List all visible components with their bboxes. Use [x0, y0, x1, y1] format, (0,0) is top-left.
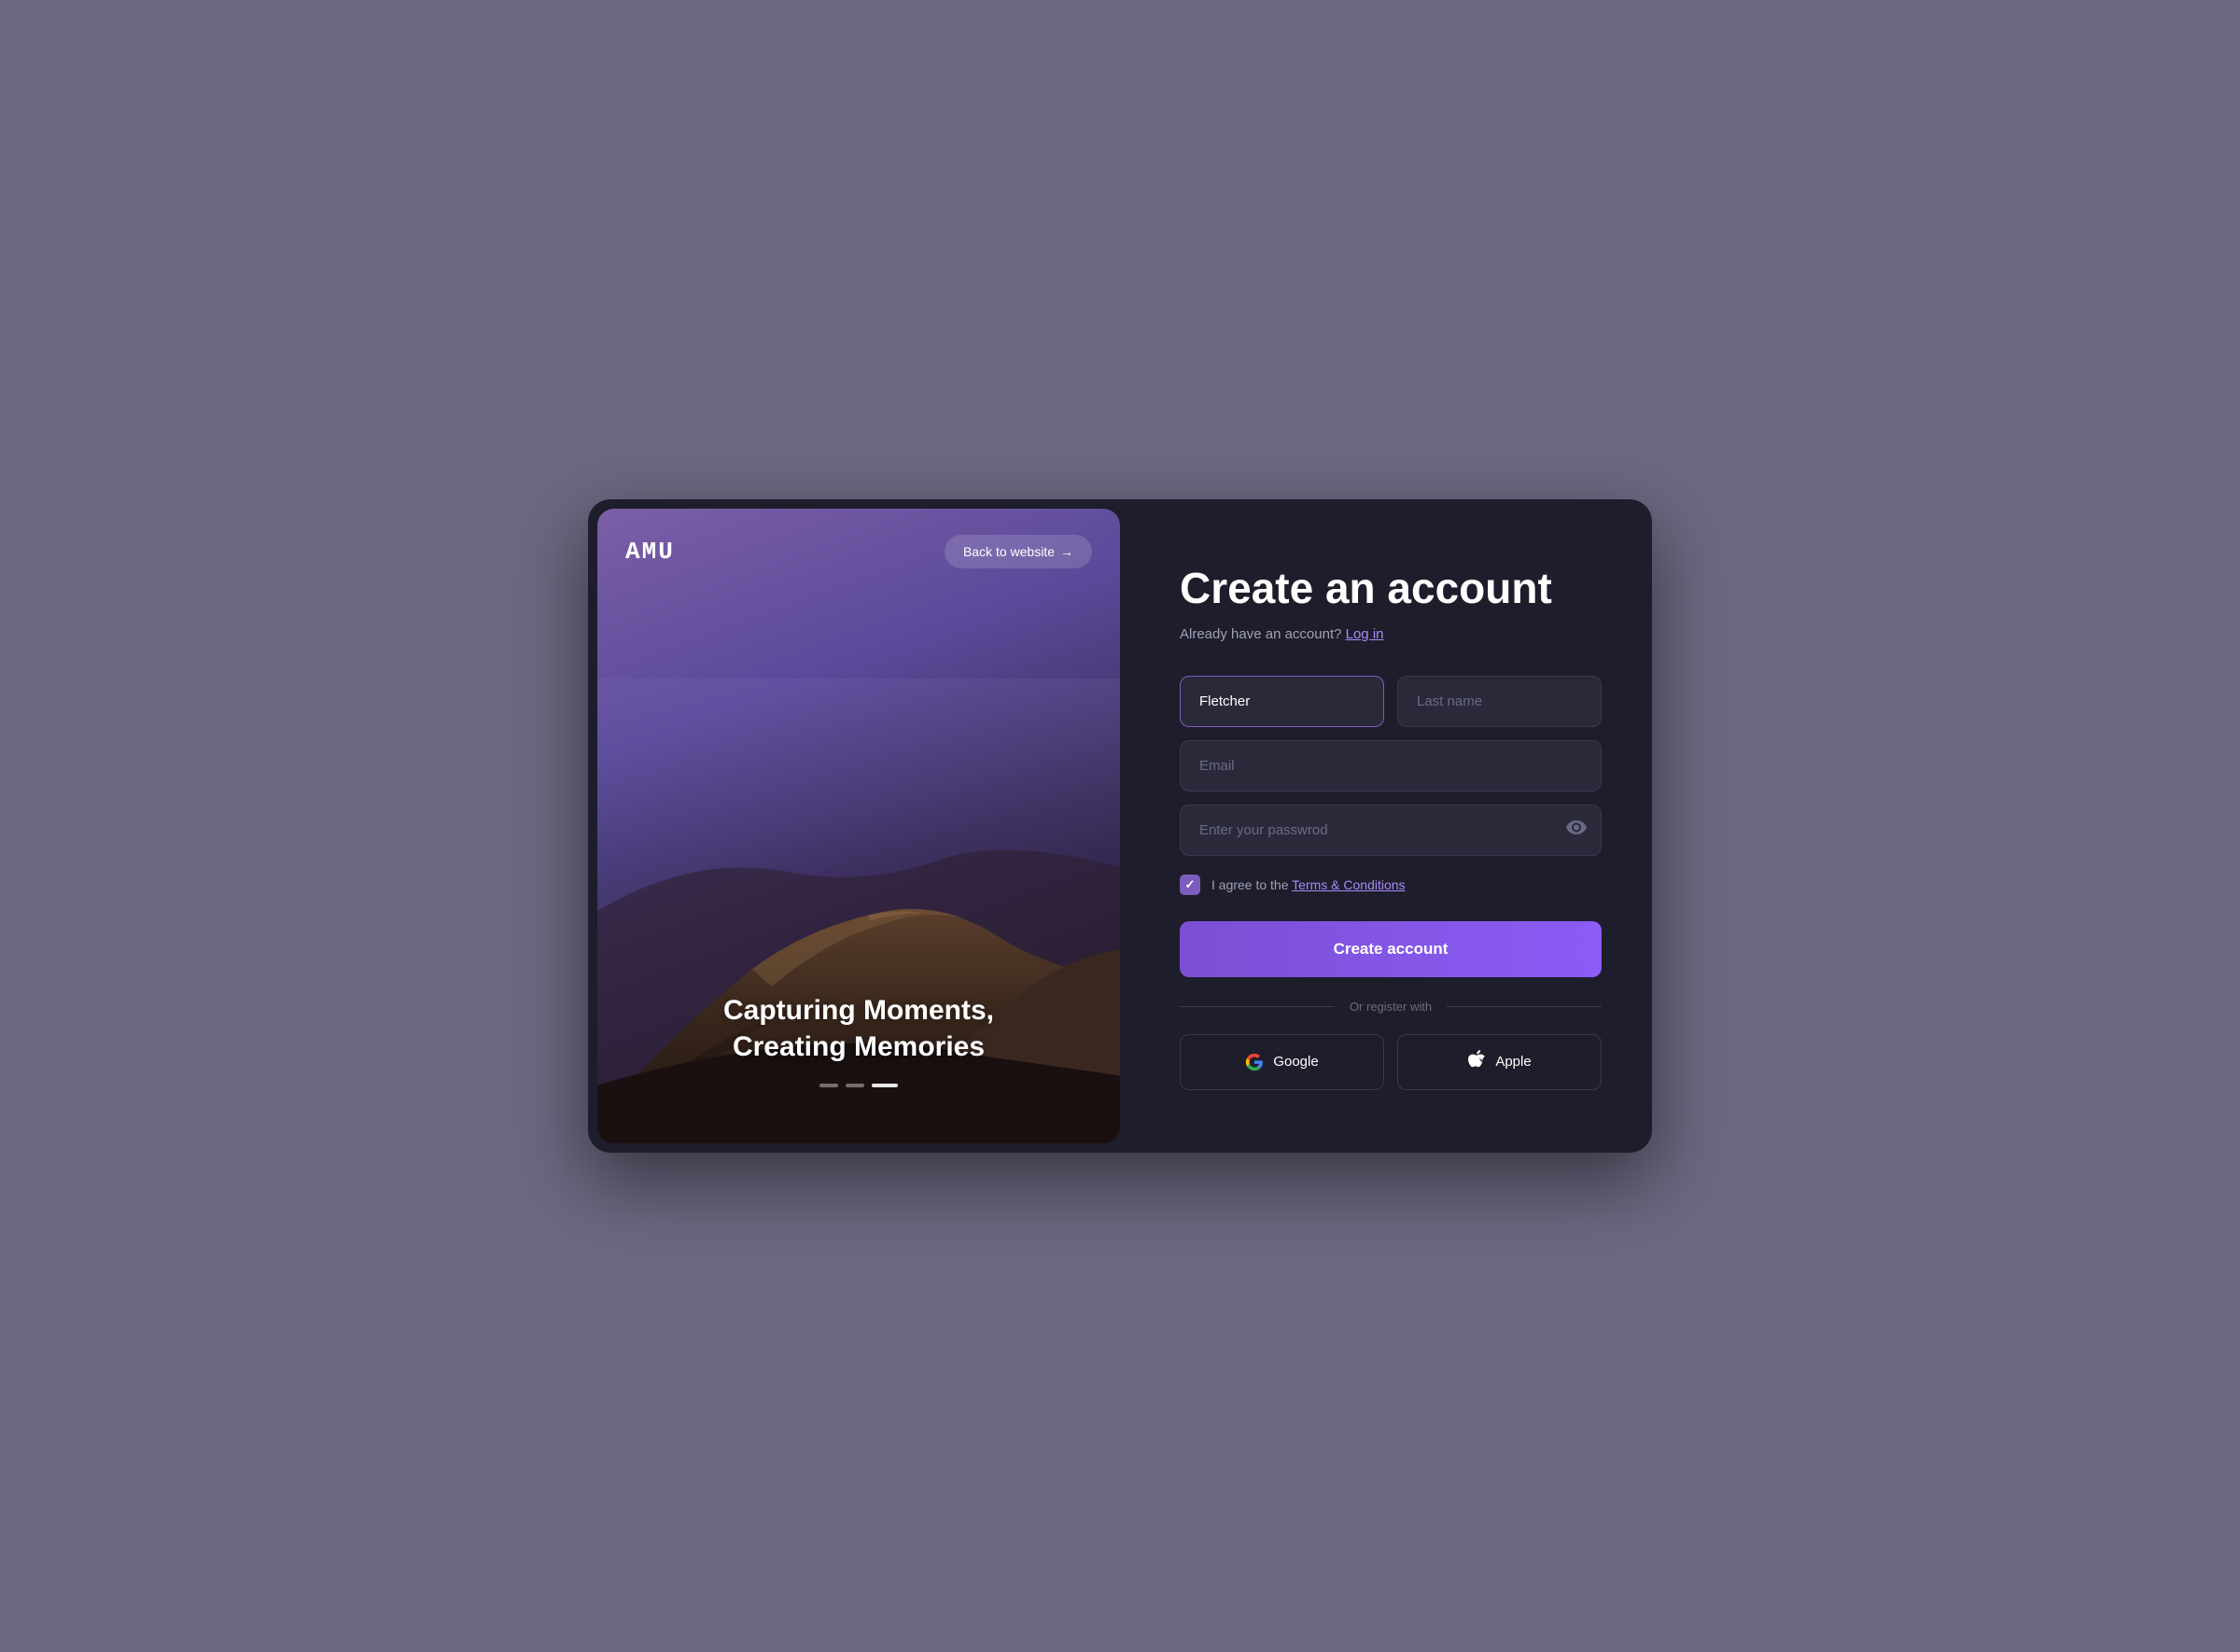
- name-row: [1180, 676, 1602, 727]
- arrow-right-icon: →: [1060, 544, 1073, 559]
- tagline-line1: Capturing Moments,: [723, 995, 994, 1026]
- tagline-line2: Creating Memories: [733, 1031, 985, 1062]
- dot-1[interactable]: [819, 1084, 838, 1087]
- dot-3[interactable]: [872, 1084, 898, 1087]
- terms-prefix-text: I agree to the: [1211, 877, 1289, 892]
- last-name-input[interactable]: [1397, 676, 1602, 727]
- login-link[interactable]: Log in: [1346, 626, 1384, 642]
- apple-label: Apple: [1495, 1054, 1531, 1070]
- create-account-button[interactable]: Create account: [1180, 921, 1602, 977]
- divider-line-left: [1180, 1006, 1335, 1007]
- left-panel-footer: Capturing Moments, Creating Memories: [597, 992, 1120, 1087]
- eye-icon[interactable]: [1566, 820, 1587, 840]
- right-panel: Create an account Already have an accoun…: [1129, 499, 1652, 1153]
- already-account-text: Already have an account?: [1180, 626, 1341, 642]
- google-icon: [1245, 1053, 1264, 1071]
- terms-label: I agree to the Terms & Conditions: [1211, 877, 1406, 892]
- divider-line-right: [1447, 1006, 1602, 1007]
- carousel-dots: [597, 1084, 1120, 1087]
- page-title: Create an account: [1180, 563, 1602, 613]
- left-panel: AMU Back to website → Capturing Moments,…: [597, 509, 1120, 1143]
- google-label: Google: [1273, 1054, 1318, 1070]
- back-to-website-button[interactable]: Back to website →: [945, 535, 1092, 568]
- terms-row: I agree to the Terms & Conditions: [1180, 875, 1602, 895]
- main-card: AMU Back to website → Capturing Moments,…: [588, 499, 1652, 1153]
- email-input[interactable]: [1180, 740, 1602, 791]
- terms-link[interactable]: Terms & Conditions: [1292, 877, 1405, 892]
- login-prompt: Already have an account? Log in: [1180, 626, 1602, 642]
- create-account-label: Create account: [1334, 940, 1449, 958]
- password-wrapper: [1180, 805, 1602, 856]
- first-name-input[interactable]: [1180, 676, 1384, 727]
- password-input[interactable]: [1180, 805, 1602, 856]
- apple-button[interactable]: Apple: [1397, 1034, 1602, 1090]
- left-panel-header: AMU Back to website →: [597, 509, 1120, 595]
- email-row: [1180, 740, 1602, 791]
- password-row: [1180, 805, 1602, 856]
- terms-checkbox[interactable]: [1180, 875, 1200, 895]
- or-text: Or register with: [1350, 1000, 1432, 1014]
- social-buttons-row: Google Apple: [1180, 1034, 1602, 1090]
- logo: AMU: [625, 538, 675, 566]
- or-divider: Or register with: [1180, 1000, 1602, 1014]
- google-button[interactable]: Google: [1180, 1034, 1384, 1090]
- dot-2[interactable]: [846, 1084, 864, 1087]
- back-button-label: Back to website: [963, 544, 1055, 559]
- apple-icon: [1467, 1050, 1486, 1074]
